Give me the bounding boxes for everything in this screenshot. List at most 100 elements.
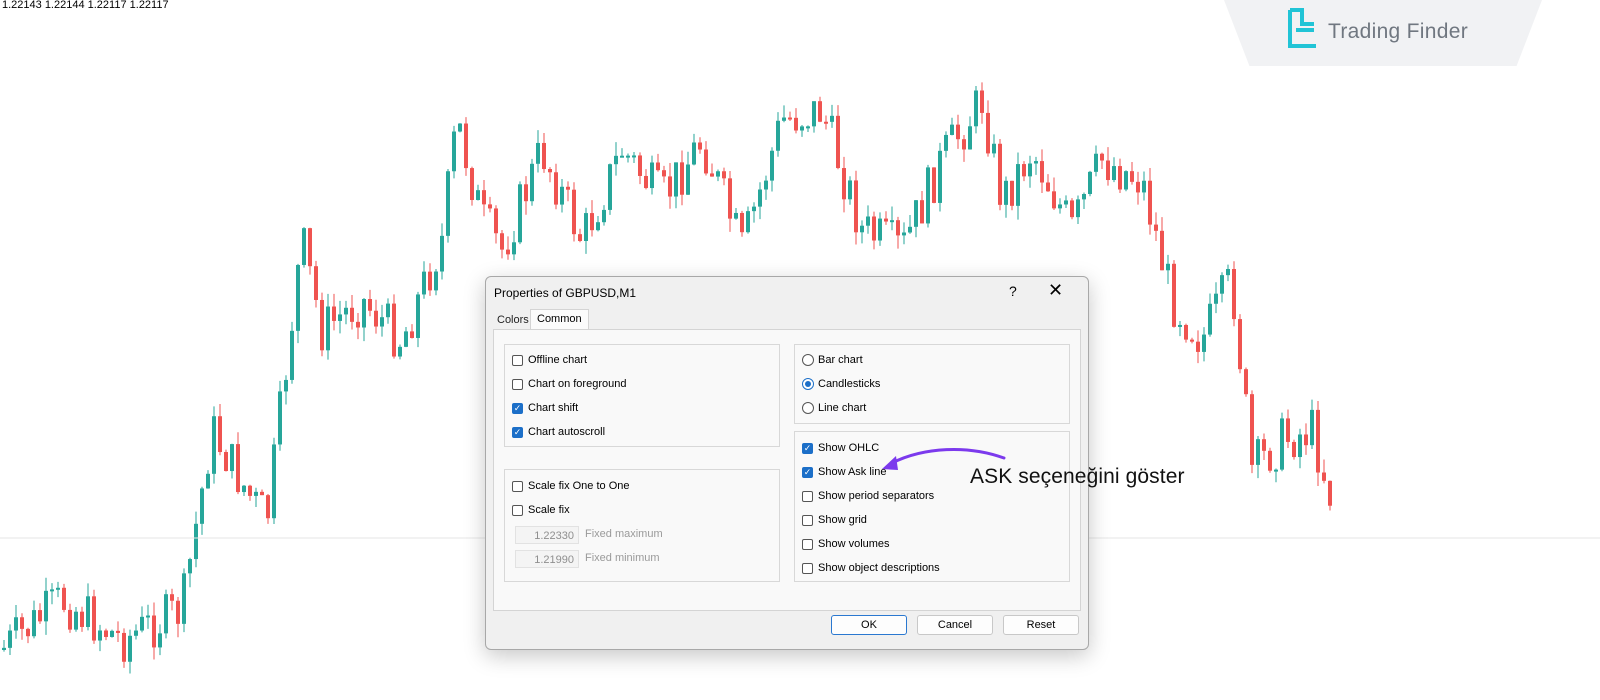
candle-body [1262,439,1266,451]
candle-body [722,171,726,179]
close-icon[interactable]: ✕ [1048,280,1063,301]
show-object-descriptions-checkbox[interactable]: Show object descriptions [802,560,940,576]
checkmark-icon[interactable]: ✓ [512,402,523,414]
candle-body [584,213,588,242]
candle-body [1022,164,1026,177]
show-volumes-checkbox[interactable]: Show volumes [802,536,890,552]
tab-colors[interactable]: Colors [494,311,532,329]
tab-common[interactable]: Common [530,309,589,330]
checkbox-box[interactable] [802,490,813,502]
bar-chart-radio[interactable]: Bar chart [802,352,863,368]
candle-body [800,126,804,131]
fixed-maximum-input[interactable]: 1.22330 [515,526,579,544]
candle-body [656,162,660,171]
candle-body [698,142,702,150]
candle-body [272,444,276,519]
candle-body [512,242,516,255]
checkbox-box[interactable] [512,354,523,366]
candle-body [932,167,936,203]
candle-body [1046,182,1050,192]
show-ask-line-checkbox[interactable]: ✓ Show Ask line [802,464,886,480]
candle-body [152,615,156,648]
radio-circle[interactable] [802,378,814,390]
checkbox-label: Show grid [818,514,867,526]
candle-body [554,172,558,205]
checkbox-box[interactable] [802,514,813,526]
candle-body [704,149,708,174]
cancel-button[interactable]: Cancel [917,615,993,635]
candle-body [1016,164,1020,206]
candle-body [266,495,270,519]
candle-body [974,90,978,127]
checkbox-box[interactable] [512,378,523,390]
radio-circle[interactable] [802,402,814,414]
candle-body [842,168,846,200]
candle-body [998,143,1002,205]
candle-body [1040,161,1044,183]
chart-autoscroll-checkbox[interactable]: ✓ Chart autoscroll [512,424,605,440]
show-period-separators-checkbox[interactable]: Show period separators [802,488,934,504]
candle-body [1292,441,1296,458]
checkbox-label: Scale fix One to One [528,480,630,492]
candle-body [218,416,222,453]
candle-body [296,264,300,331]
help-button[interactable]: ? [1009,283,1017,299]
candle-body [806,126,810,129]
candle-body [1034,161,1038,164]
candle-body [380,317,384,327]
candle-body [524,184,528,202]
candle-body [140,616,144,631]
candle-body [620,155,624,158]
checkbox-box[interactable] [512,480,523,492]
checkbox-label: Offline chart [528,354,588,366]
candle-body [386,303,390,318]
candle-body [836,115,840,169]
candle-body [602,209,606,223]
candle-body [944,134,948,151]
candle-body [680,162,684,195]
candle-body [194,523,198,560]
ok-button[interactable]: OK [831,615,907,635]
reset-button[interactable]: Reset [1003,615,1079,635]
candle-body [1298,434,1302,458]
scale-fix-checkbox[interactable]: Scale fix [512,502,570,518]
candle-body [212,416,216,474]
show-ohlc-checkbox[interactable]: ✓ Show OHLC [802,440,879,456]
offline-chart-checkbox[interactable]: Offline chart [512,352,587,368]
checkbox-box[interactable] [802,538,813,550]
fixed-minimum-input[interactable]: 1.21990 [515,550,579,568]
candle-body [326,306,330,351]
checkmark-icon[interactable]: ✓ [512,426,523,438]
scale-fix-one-to-one-checkbox[interactable]: Scale fix One to One [512,478,630,494]
chart-on-foreground-checkbox[interactable]: Chart on foreground [512,376,626,392]
chart-shift-checkbox[interactable]: ✓ Chart shift [512,400,578,416]
candle-body [1094,153,1098,172]
candle-body [236,444,240,493]
candle-body [962,139,966,150]
candle-body [818,101,822,122]
candle-body [428,271,432,291]
candle-body [170,594,174,601]
checkbox-label: Scale fix [528,504,570,516]
show-grid-checkbox[interactable]: Show grid [802,512,867,528]
checkbox-box[interactable] [802,562,813,574]
candle-body [638,155,642,176]
checkmark-icon[interactable]: ✓ [802,466,813,478]
line-chart-radio[interactable]: Line chart [802,400,866,416]
checkmark-icon[interactable]: ✓ [802,442,813,454]
candle-body [692,142,696,165]
candle-body [734,212,738,219]
candle-body [86,596,90,627]
checkbox-box[interactable] [512,504,523,516]
candle-body [938,150,942,203]
candlesticks-radio[interactable]: Candlesticks [802,376,880,392]
candle-body [1310,409,1314,446]
annotation-text: ASK seçeneğini göster [970,465,1185,488]
candle-body [1154,224,1158,231]
candle-body [644,175,648,189]
candle-body [518,184,522,243]
candle-body [788,117,792,120]
candle-body [1250,394,1254,465]
radio-circle[interactable] [802,354,814,366]
candle-body [992,143,996,154]
